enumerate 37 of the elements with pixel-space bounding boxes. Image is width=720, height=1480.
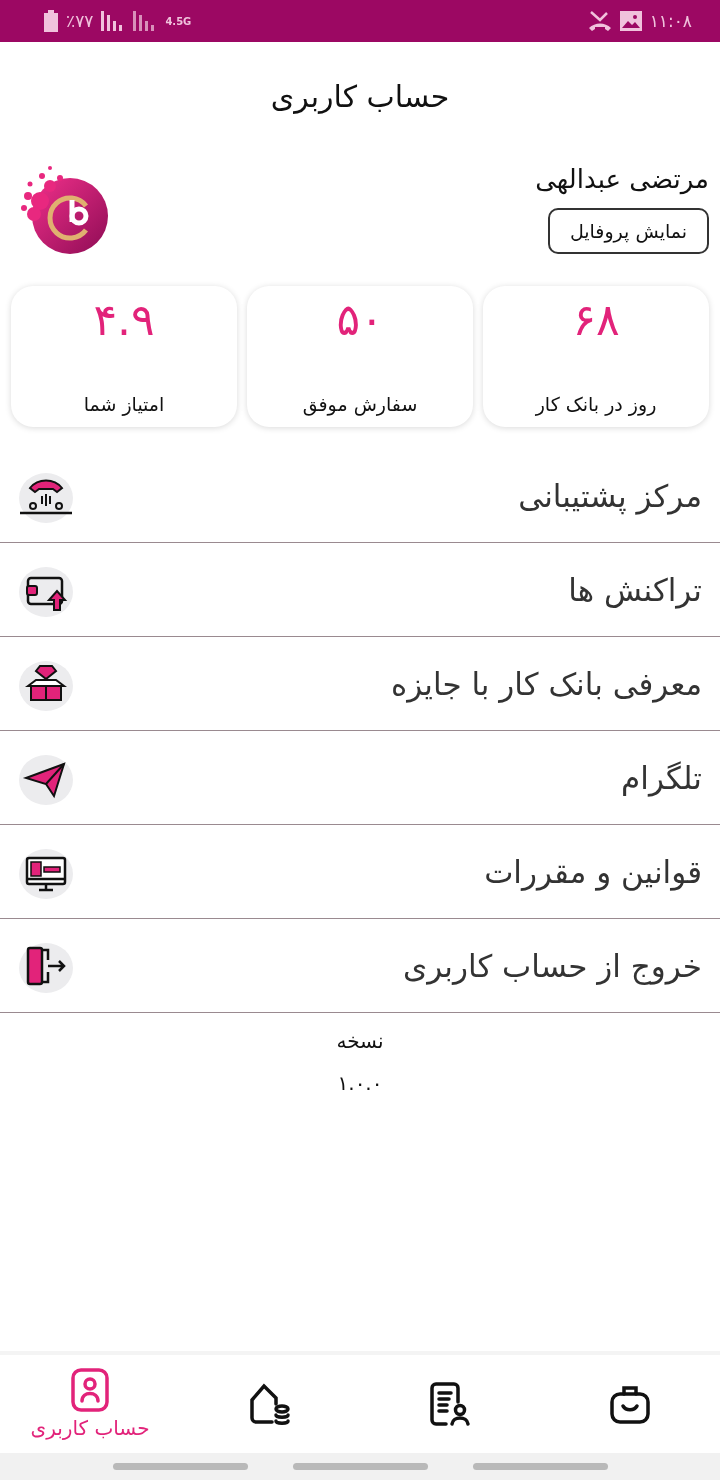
image-icon bbox=[619, 11, 642, 31]
stat-value: ۶۸ bbox=[572, 294, 620, 345]
menu-label: معرفی بانک کار با جایزه bbox=[391, 665, 702, 702]
network-type: 4.5G bbox=[165, 15, 192, 27]
nav-label: حساب کاربری bbox=[30, 1416, 150, 1440]
nav-tab[interactable]: حساب کاربری bbox=[0, 1368, 180, 1440]
stat-value: ۵۰ bbox=[336, 294, 384, 345]
stat-label: امتیاز شما bbox=[83, 393, 165, 415]
menu-label: تراکنش ها bbox=[568, 571, 702, 608]
document-person-icon bbox=[428, 1382, 472, 1426]
menu-item[interactable]: مرکز پشتیبانی bbox=[0, 449, 720, 543]
menu-item[interactable]: تلگرام bbox=[0, 731, 720, 825]
version-label: نسخه bbox=[336, 1029, 384, 1053]
gesture-handle[interactable] bbox=[292, 1463, 428, 1470]
stat-value: ۴.۹ bbox=[93, 294, 155, 345]
stat-label: روز در بانک کار bbox=[535, 393, 657, 415]
menu-label: تلگرام bbox=[621, 759, 702, 796]
stat-label: سفارش موفق bbox=[302, 393, 418, 415]
menu-item[interactable]: تراکنش ها bbox=[0, 543, 720, 637]
tag-coins-icon bbox=[248, 1382, 292, 1426]
user-card-icon bbox=[71, 1368, 109, 1412]
missed-call-icon bbox=[587, 10, 612, 32]
battery-percent: ٪۷۷ bbox=[66, 11, 94, 31]
menu-label: مرکز پشتیبانی bbox=[518, 477, 702, 514]
gesture-handle[interactable] bbox=[112, 1463, 248, 1470]
menu-label: قوانین و مقررات bbox=[484, 853, 702, 890]
gesture-handle[interactable] bbox=[472, 1463, 608, 1470]
menu-item[interactable]: معرفی بانک کار با جایزه bbox=[0, 637, 720, 731]
user-name: مرتضی عبدالهی bbox=[535, 163, 709, 194]
menu-item[interactable]: قوانین و مقررات bbox=[0, 825, 720, 919]
version-number: ۱.۰.۰ bbox=[337, 1071, 383, 1095]
page-title: حساب کاربری bbox=[270, 78, 450, 114]
menu-item[interactable]: خروج از حساب کاربری bbox=[0, 919, 720, 1013]
clock: ۱۱:۰۸ bbox=[649, 11, 692, 31]
battery-icon bbox=[44, 10, 58, 32]
menu-label: خروج از حساب کاربری bbox=[403, 947, 702, 984]
view-profile-button[interactable]: نمایش پروفایل bbox=[547, 208, 709, 254]
